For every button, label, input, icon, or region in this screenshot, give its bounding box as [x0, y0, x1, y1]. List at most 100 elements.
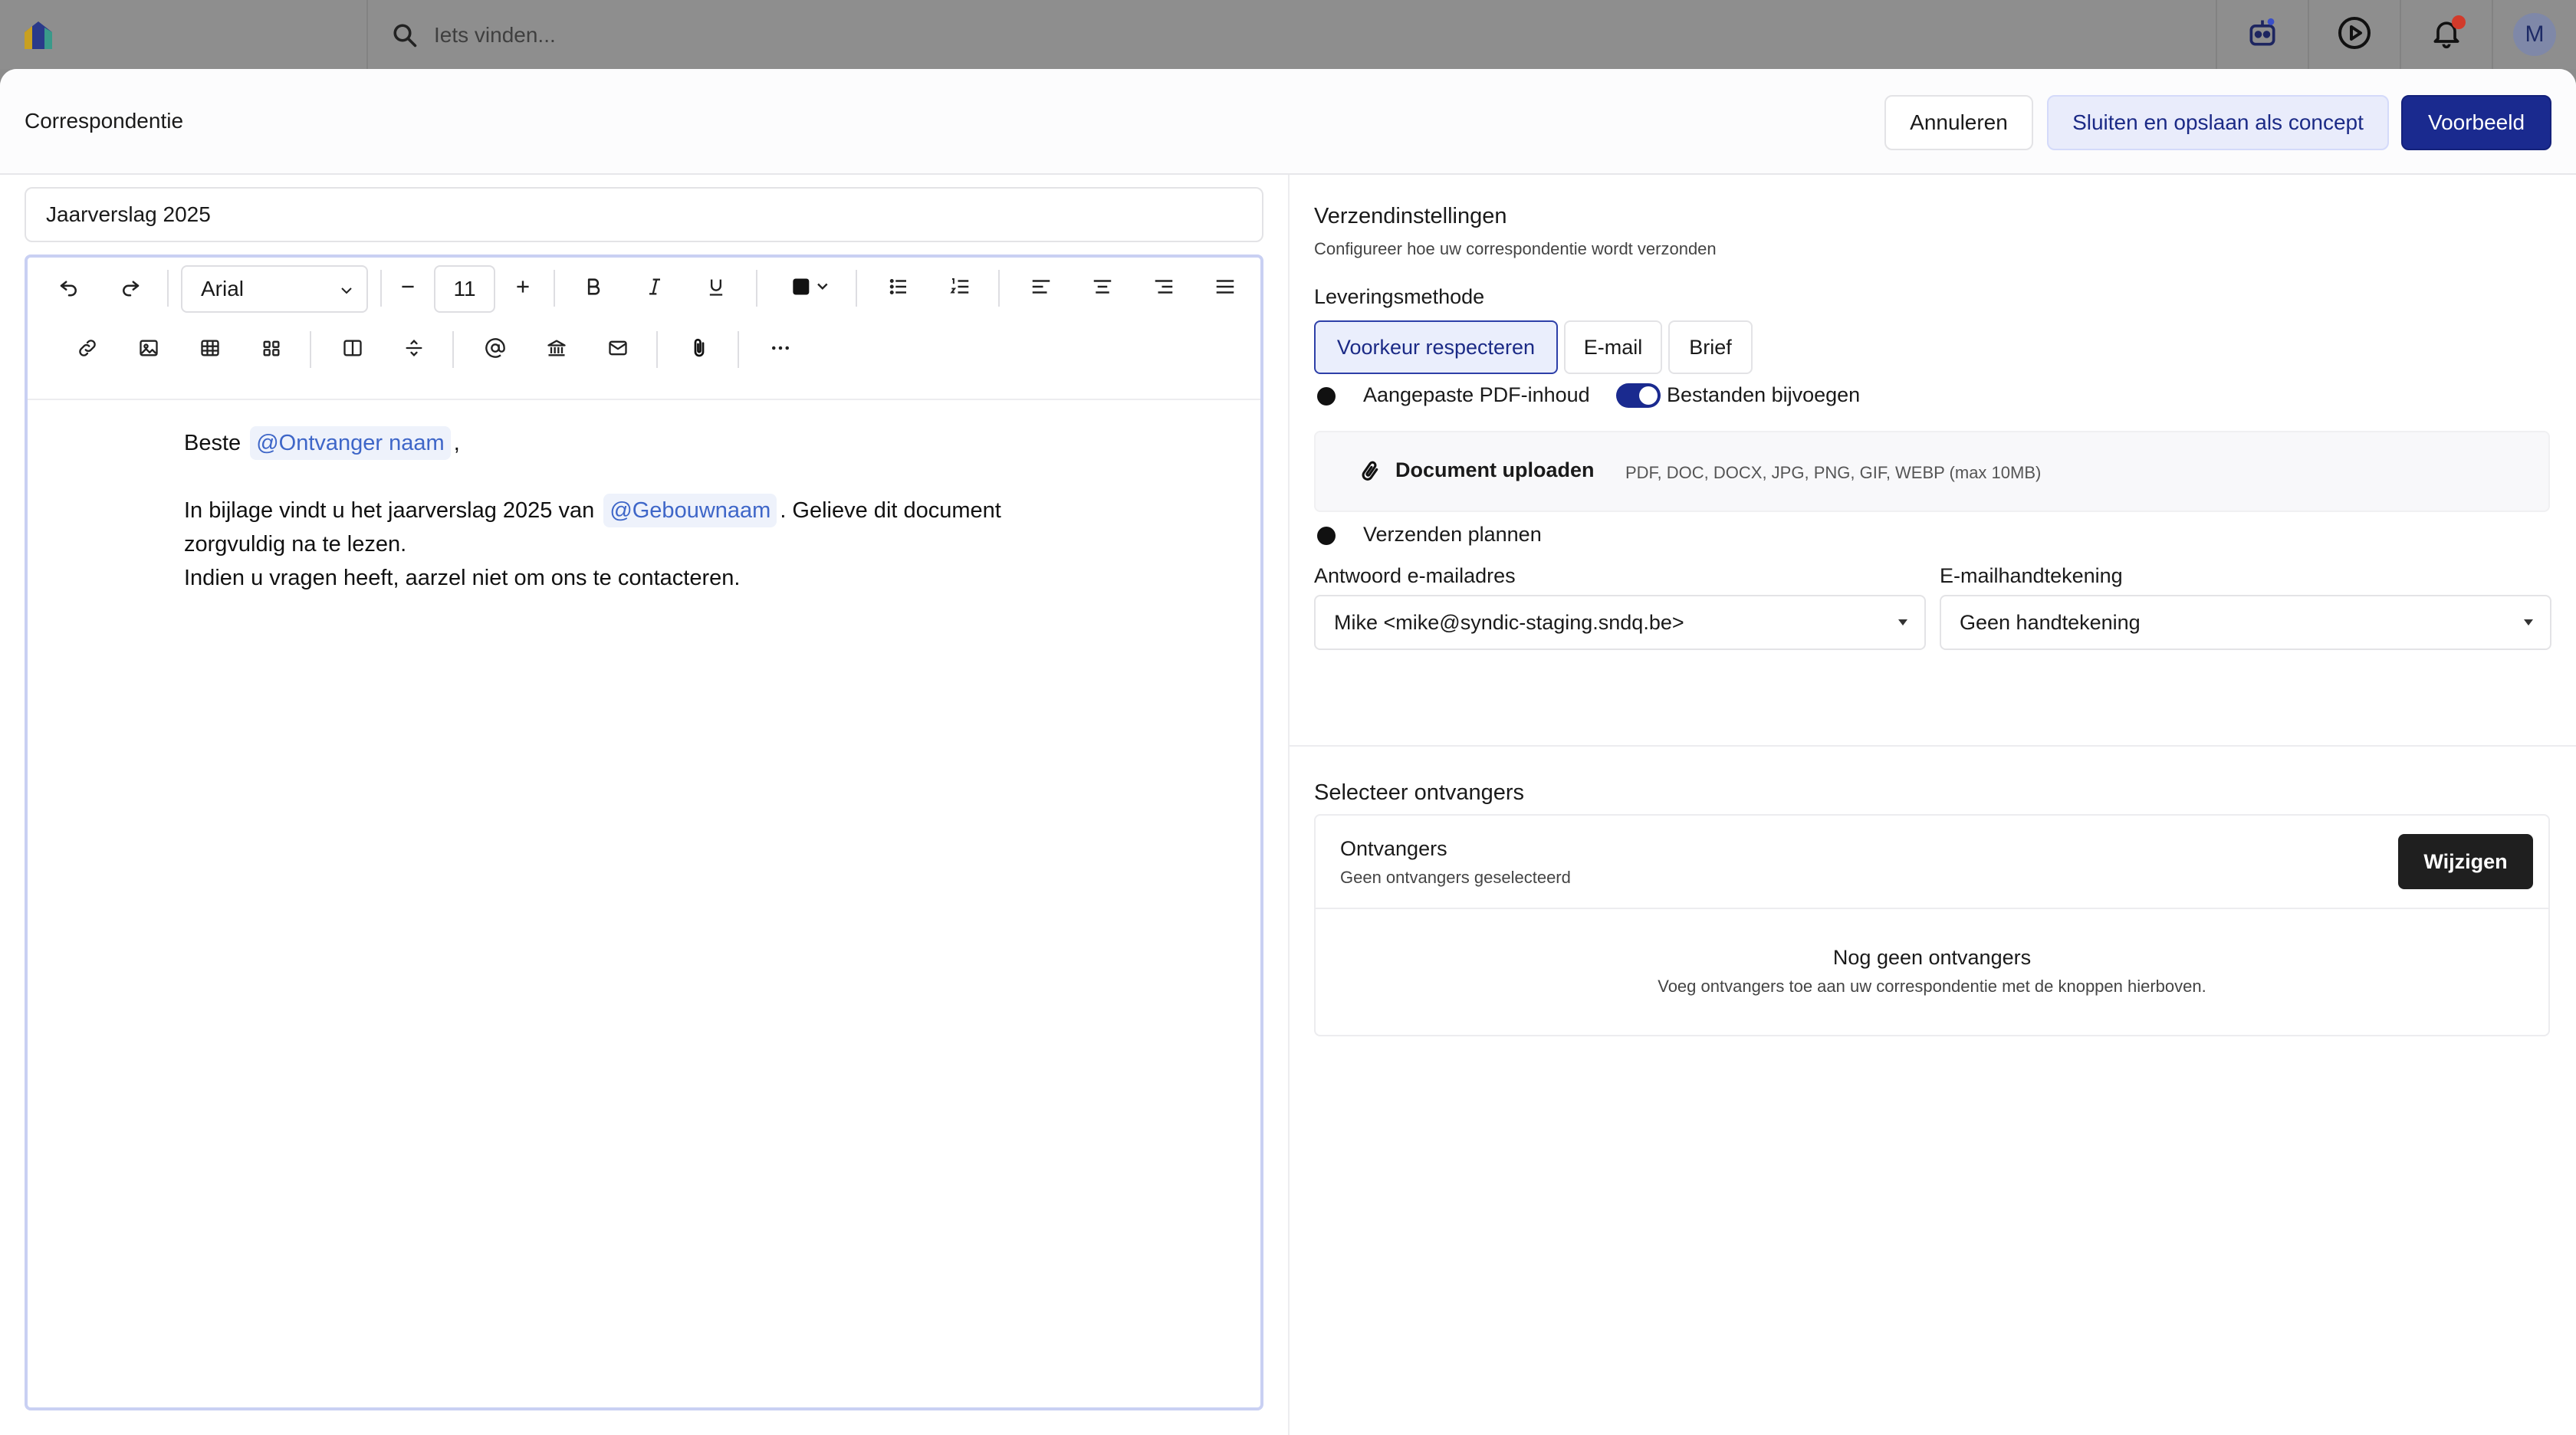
insert-email-button[interactable] — [595, 327, 641, 373]
insert-building-field-button[interactable] — [534, 327, 580, 373]
notifications-button[interactable] — [2400, 0, 2492, 69]
insert-block-button[interactable] — [248, 327, 294, 373]
user-menu-button[interactable]: M — [2492, 0, 2576, 69]
app-logo-icon[interactable] — [21, 18, 55, 52]
delivery-method-label: Leveringsmethode — [1314, 285, 1485, 308]
delivery-option-email[interactable]: E-mail — [1564, 320, 1662, 374]
toolbar-separator — [380, 270, 382, 307]
redo-icon — [119, 275, 142, 302]
signature-label: E-mailhandtekening — [1940, 564, 2123, 587]
body-line-2: zorgvuldig na te lezen. — [184, 532, 407, 557]
recipient-mention[interactable]: @Ontvanger naam — [250, 426, 451, 460]
numbered-list-icon — [948, 275, 971, 302]
toolbar-separator — [738, 331, 739, 368]
more-options-button[interactable] — [757, 327, 803, 373]
image-icon — [138, 337, 159, 363]
subject-input[interactable] — [25, 187, 1263, 242]
color-swatch-icon — [791, 276, 834, 301]
link-icon — [77, 337, 98, 363]
change-recipients-button[interactable]: Wijzigen — [2398, 834, 2533, 889]
font-family-value: Arial — [201, 277, 245, 300]
play-tutorial-button[interactable] — [2308, 0, 2400, 69]
insert-link-button[interactable] — [64, 327, 110, 373]
modal-title: Correspondentie — [25, 109, 184, 133]
font-family-select[interactable]: Arial — [181, 265, 368, 313]
document-upload-area[interactable]: Document uploaden PDF, DOC, DOCX, JPG, P… — [1314, 431, 2550, 512]
cancel-button[interactable]: Annuleren — [1884, 95, 2033, 150]
text-color-button[interactable] — [782, 265, 843, 311]
increase-font-size-button[interactable] — [500, 265, 546, 311]
align-right-icon — [1152, 275, 1175, 302]
save-draft-button[interactable]: Sluiten en opslaan als concept — [2047, 95, 2389, 150]
bullet-list-button[interactable] — [876, 265, 922, 311]
ai-assistant-button[interactable] — [2216, 0, 2308, 69]
upload-label: Document uploaden — [1395, 458, 1595, 481]
schedule-send-toggle[interactable] — [1316, 524, 1355, 547]
insert-table-button[interactable] — [187, 327, 233, 373]
settings-panel: Verzendinstellingen Configureer hoe uw c… — [1290, 175, 2576, 1435]
insert-mention-button[interactable] — [472, 327, 518, 373]
attach-files-toggle[interactable] — [1616, 383, 1661, 408]
caret-down-icon — [1898, 619, 1907, 626]
underline-button[interactable] — [693, 265, 739, 311]
toolbar-divider — [28, 399, 1260, 400]
toolbar-row-2 — [28, 319, 1260, 380]
ellipsis-icon — [769, 337, 792, 363]
align-right-button[interactable] — [1141, 265, 1187, 311]
font-size-input[interactable]: 11 — [434, 265, 495, 313]
mail-icon — [607, 337, 629, 363]
empty-recipients-subtitle: Voeg ontvangers toe aan uw correspondent… — [1658, 977, 2206, 996]
signature-select[interactable]: Geen handtekening — [1940, 595, 2551, 650]
topbar-divider — [366, 0, 368, 69]
align-left-button[interactable] — [1018, 265, 1064, 311]
bold-button[interactable] — [570, 265, 616, 311]
strikethrough-button[interactable] — [391, 327, 437, 373]
attach-button[interactable] — [676, 327, 722, 373]
rich-text-editor: Arial 11 Beste @Ontvanger naam , In bijl… — [25, 254, 1263, 1410]
bullet-list-icon — [887, 275, 910, 302]
body-line-1-end: . Gelieve dit document — [780, 498, 1001, 523]
reply-address-select[interactable]: Mike <mike@syndic-staging.sndq.be> — [1314, 595, 1926, 650]
send-settings-subtitle: Configureer hoe uw correspondentie wordt… — [1314, 239, 1717, 258]
italic-button[interactable] — [632, 265, 678, 311]
numbered-list-button[interactable] — [937, 265, 983, 311]
redo-button[interactable] — [107, 265, 153, 311]
building-mention[interactable]: @Gebouwnaam — [603, 494, 777, 527]
paperclip-icon — [1357, 458, 1383, 488]
search-icon — [391, 21, 419, 49]
underline-icon — [705, 276, 727, 301]
signature-value: Geen handtekening — [1960, 610, 2141, 634]
toolbar-separator — [998, 270, 1000, 307]
modal-header: Correspondentie Annuleren Sluiten en ops… — [0, 69, 2576, 175]
paperclip-icon — [688, 337, 711, 363]
empty-recipients-title: Nog geen ontvangers — [1832, 946, 2032, 969]
toolbar-separator — [310, 331, 311, 368]
align-center-button[interactable] — [1079, 265, 1125, 311]
schedule-send-label: Verzenden plannen — [1363, 523, 1542, 546]
select-recipients-title: Selecteer ontvangers — [1314, 780, 1525, 805]
align-center-icon — [1091, 275, 1114, 302]
body-line-3: Indien u vragen heeft, aarzel niet om on… — [184, 566, 741, 590]
insert-image-button[interactable] — [126, 327, 172, 373]
correspondence-modal: Correspondentie Annuleren Sluiten en ops… — [0, 69, 2576, 1435]
undo-button[interactable] — [46, 265, 92, 311]
delivery-option-letter[interactable]: Brief — [1668, 320, 1753, 374]
search-input[interactable] — [434, 18, 1354, 52]
recipients-card-title: Ontvangers — [1340, 837, 1447, 860]
editor-panel: Arial 11 — [0, 175, 1288, 1435]
custom-pdf-toggle[interactable] — [1316, 385, 1355, 408]
columns-button[interactable] — [330, 327, 376, 373]
section-divider — [1290, 745, 2576, 747]
caret-down-icon — [2524, 619, 2533, 626]
align-justify-button[interactable] — [1202, 265, 1248, 311]
columns-icon — [342, 337, 363, 363]
delivery-option-preference[interactable]: Voorkeur respecteren — [1314, 320, 1558, 374]
decrease-font-size-button[interactable] — [385, 265, 431, 311]
toolbar-separator — [656, 331, 658, 368]
send-settings-title: Verzendinstellingen — [1314, 204, 1507, 228]
recipients-card: Ontvangers Geen ontvangers geselecteerd … — [1314, 814, 2550, 1036]
preview-button[interactable]: Voorbeeld — [2401, 95, 2551, 150]
italic-icon — [644, 276, 665, 301]
reply-address-label: Antwoord e-mailadres — [1314, 564, 1516, 587]
editor-content[interactable]: Beste @Ontvanger naam, In bijlage vindt … — [184, 426, 1181, 595]
